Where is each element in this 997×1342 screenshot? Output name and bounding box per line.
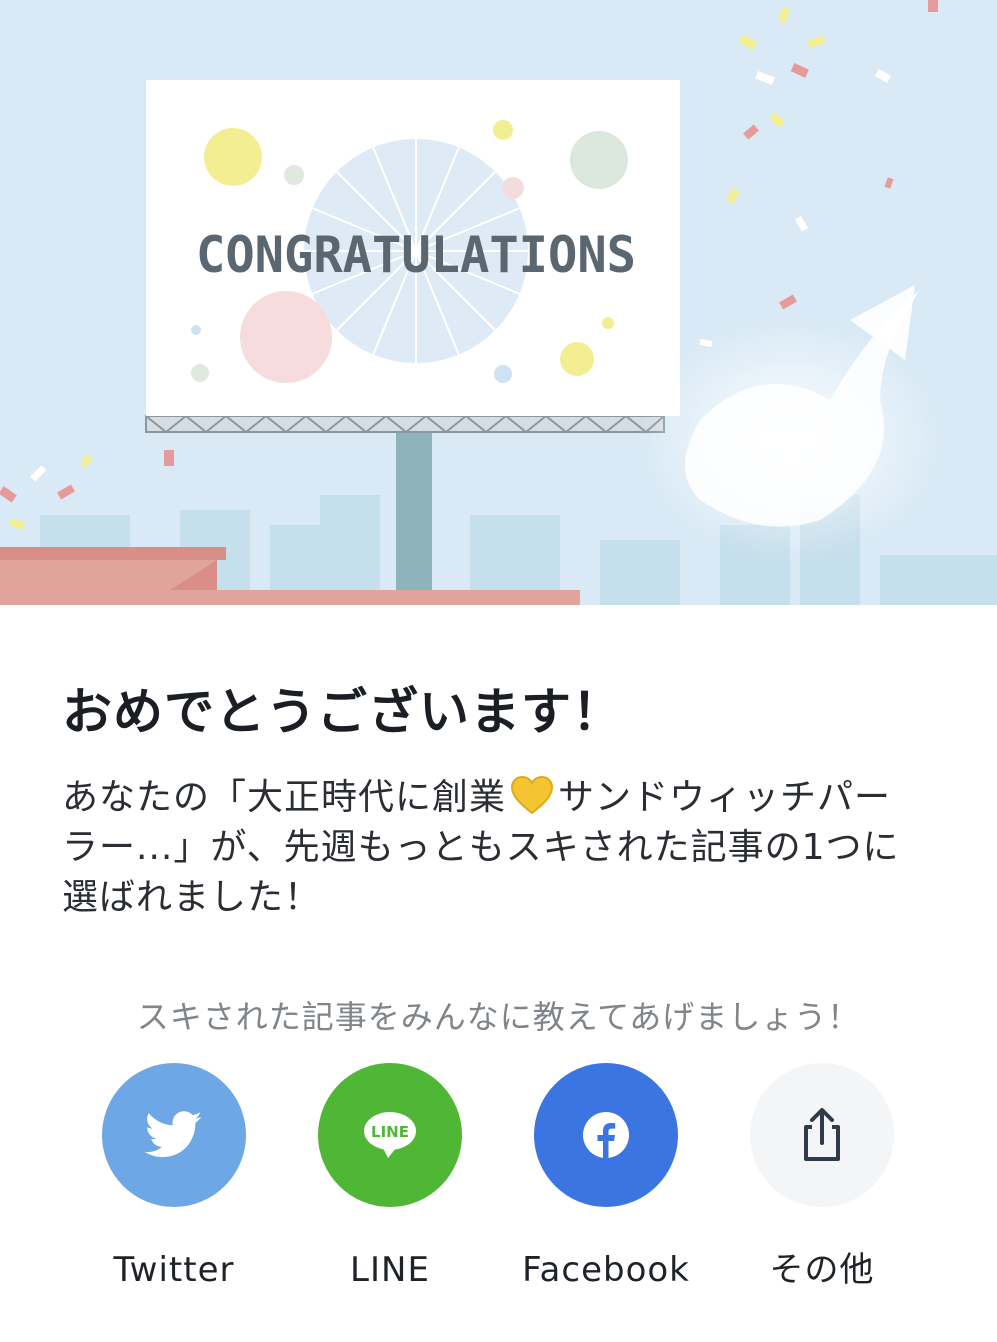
- share-facebook-label: Facebook: [522, 1250, 690, 1290]
- share-other-button[interactable]: その他: [714, 1063, 930, 1313]
- twitter-circle[interactable]: [102, 1063, 246, 1207]
- message-text-before-heart: あなたの「大正時代に創業: [62, 777, 507, 818]
- line-circle[interactable]: LINE: [318, 1063, 462, 1207]
- share-prompt: スキされた記事をみんなに教えてあげましょう！: [136, 998, 861, 1036]
- share-buttons: Twitter LINE LINE Facebook その他: [0, 1063, 997, 1323]
- billboard-text: CONGRATULATIONS: [196, 226, 636, 284]
- billboard-truss: [145, 414, 665, 434]
- congratulations-page: CONGRATULATIONS おめでとうございます！ あなたの「大正時代に創業…: [0, 0, 997, 1342]
- billboard-scene: CONGRATULATIONS: [0, 0, 997, 605]
- yellow-heart-icon: [510, 775, 554, 815]
- line-icon-text: LINE: [371, 1123, 409, 1141]
- share-line-button[interactable]: LINE LINE: [282, 1063, 498, 1313]
- share-twitter-label: Twitter: [113, 1250, 235, 1290]
- other-circle[interactable]: [750, 1063, 894, 1207]
- twitter-bird-icon: [145, 1111, 202, 1158]
- share-line-label: LINE: [350, 1250, 430, 1290]
- facebook-icon: [583, 1112, 629, 1158]
- share-icon: [804, 1108, 840, 1161]
- share-facebook-button[interactable]: Facebook: [498, 1063, 714, 1313]
- facebook-circle[interactable]: [534, 1063, 678, 1207]
- hero-illustration: CONGRATULATIONS: [0, 0, 997, 605]
- page-title: おめでとうございます！: [62, 683, 623, 741]
- line-icon: LINE: [364, 1112, 416, 1158]
- share-other-label: その他: [769, 1250, 875, 1290]
- billboard-pole: [396, 432, 432, 605]
- share-twitter-button[interactable]: Twitter: [66, 1063, 282, 1313]
- congratulations-message: あなたの「大正時代に創業 サンドウィッチパーラー...」が、先週もっともスキされた…: [62, 773, 922, 923]
